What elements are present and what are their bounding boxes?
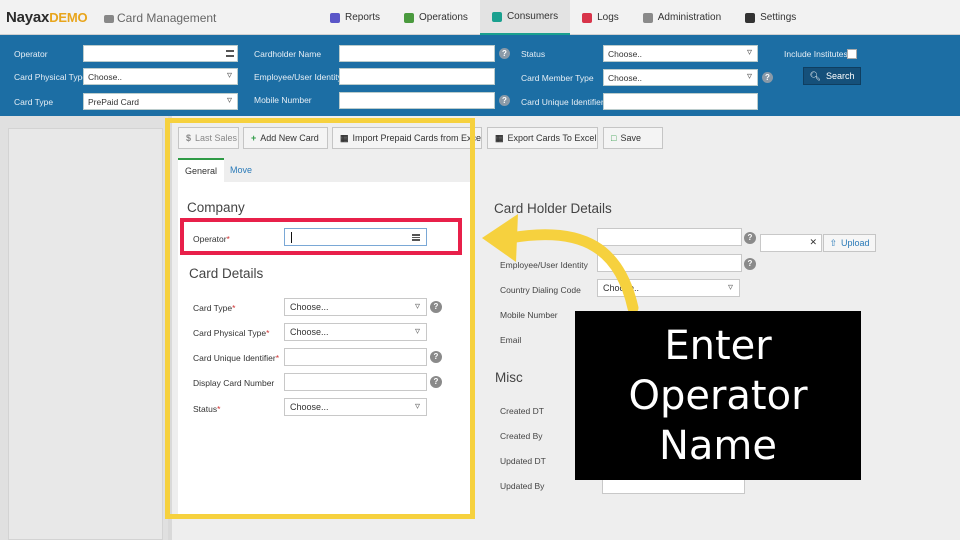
top-navigation-bar: NayaxDEMO Card Management Reports Operat… [0,0,960,35]
save-button[interactable]: □ Save [603,127,663,149]
company-section-title: Company [187,200,245,215]
search-button[interactable]: 🔍︎ Search [803,67,861,85]
card-type-select[interactable]: Choose... [284,298,427,316]
help-icon[interactable]: ? [499,48,510,59]
display-card-number-input[interactable] [284,373,427,391]
photo-file-input[interactable]: ✕ [760,234,822,252]
callout-line-2: Operator [628,373,808,419]
list-icon[interactable] [226,50,234,57]
include-institutes-checkbox[interactable] [847,49,857,59]
filter-cardholder-name-input[interactable] [339,45,495,62]
nayax-logo[interactable]: NayaxDEMO [6,9,88,26]
card-management-icon [104,14,114,23]
text-cursor [291,232,292,243]
callout-line-1: Enter [664,323,772,369]
display-card-number-label: Display Card Number [193,378,275,388]
nav-consumers[interactable]: Consumers [479,0,571,35]
results-list [8,128,163,540]
import-prepaid-cards-button[interactable]: ▦ Import Prepaid Cards from Exce [332,127,482,149]
tab-general[interactable]: General [178,158,225,182]
reports-icon [330,12,340,23]
pointer-arrow-icon [482,214,639,314]
filter-card-physical-type-label: Card Physical Type [14,72,88,82]
help-icon[interactable]: ? [762,72,773,83]
filter-cardholder-name-label: Cardholder Name [254,49,322,59]
export-cards-button[interactable]: ▦ Export Cards To Excel [487,127,598,149]
help-icon[interactable]: ? [430,301,442,313]
misc-section-title: Misc [495,370,523,385]
filter-card-member-type-label: Card Member Type [521,73,594,83]
tab-move[interactable]: Move [223,158,259,182]
nav-operations[interactable]: Operations [392,0,480,35]
card-physical-type-label: Card Physical Type* [193,328,270,338]
filter-card-physical-type-select[interactable]: Choose.. [83,68,238,85]
administration-icon [642,12,653,23]
callout-line-3: Name [658,423,777,469]
help-icon[interactable]: ? [744,258,756,270]
filter-card-unique-identifier-input[interactable] [603,93,758,110]
filter-mobile-number-label: Mobile Number [254,95,312,105]
plus-icon: + [251,133,257,143]
nav-logs[interactable]: Logs [570,0,631,35]
card-physical-type-select[interactable]: Choose... [284,323,427,341]
operator-input[interactable] [284,228,427,246]
app-title: Card Management [104,11,216,25]
logs-icon [582,12,593,23]
upload-button[interactable]: ⇧ Upload [823,234,876,252]
filter-status-select[interactable]: Choose.. [603,45,758,62]
filter-card-member-type-select[interactable]: Choose.. [603,69,758,86]
filter-mobile-number-input[interactable] [339,92,495,109]
card-unique-identifier-label: Card Unique Identifier* [193,353,279,363]
excel-icon: ▦ [340,132,349,143]
instruction-callout: Enter Operator Name [575,311,861,480]
nav-settings[interactable]: Settings [733,0,808,35]
filter-card-unique-identifier-label: Card Unique Identifier [521,97,604,107]
filter-employee-identity-input[interactable] [339,68,495,85]
nav-administration[interactable]: Administration [631,0,733,35]
card-type-label: Card Type* [193,303,236,313]
help-icon[interactable]: ? [744,232,756,244]
clear-icon[interactable]: ✕ [809,237,817,248]
card-unique-identifier-input[interactable] [284,348,427,366]
search-icon: 🔍︎ [809,70,821,81]
excel-icon: ▦ [495,132,504,143]
list-icon[interactable] [412,234,420,241]
card-details-section-title: Card Details [189,266,264,281]
status-label: Status* [193,404,221,414]
updated-by-label: Updated By [500,481,545,491]
operations-icon [404,12,415,23]
created-dt-label: Created DT [500,406,544,416]
status-select[interactable]: Choose... [284,398,427,416]
upload-icon: ⇧ [829,237,837,248]
updated-dt-label: Updated DT [500,456,546,466]
filter-operator-label: Operator [14,49,48,59]
filter-card-type-select[interactable]: PrePaid Card [83,93,238,110]
main-nav: Reports Operations Consumers Logs Admini… [318,0,808,35]
email-label: Email [500,335,522,345]
settings-icon [745,12,756,23]
dollar-icon: $ [186,133,192,143]
filter-status-label: Status [521,49,546,59]
created-by-label: Created By [500,431,543,441]
results-pane [0,116,168,540]
filter-employee-identity-label: Employee/User Identity [254,72,342,82]
help-icon[interactable]: ? [430,351,442,363]
consumers-icon [491,11,502,22]
operator-label: Operator* [193,234,230,244]
filter-operator-input[interactable] [83,45,238,62]
include-institutes-label: Include Institutes [784,49,848,59]
help-icon[interactable]: ? [499,95,510,106]
filter-card-type-label: Card Type [14,97,54,107]
last-sales-button[interactable]: $ Last Sales [178,127,239,149]
nav-reports[interactable]: Reports [318,0,392,35]
add-new-card-button[interactable]: + Add New Card [243,127,328,149]
save-icon: □ [611,133,617,143]
help-icon[interactable]: ? [430,376,442,388]
